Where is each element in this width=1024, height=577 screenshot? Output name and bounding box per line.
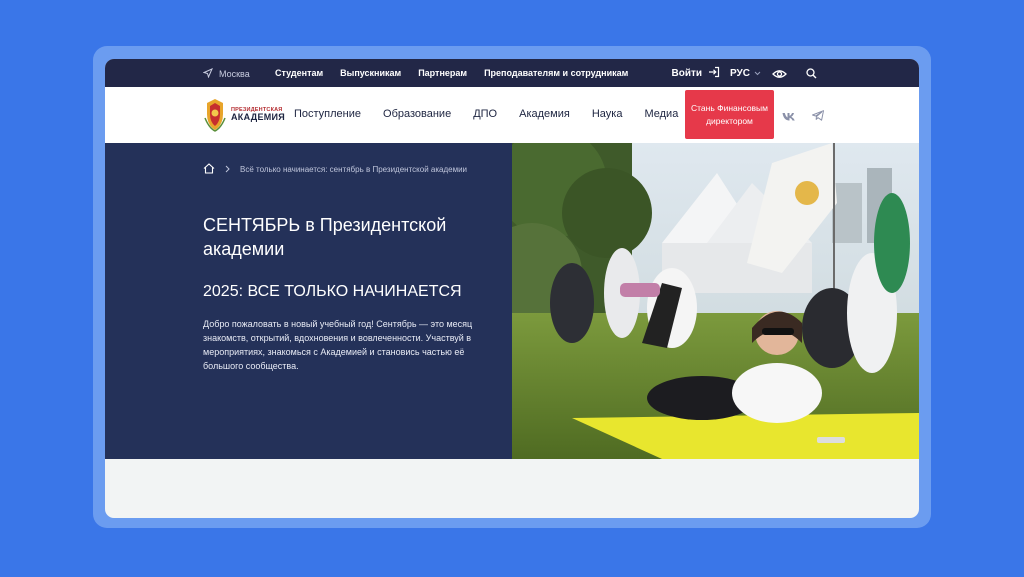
hero-text-panel: Всё только начинается: сентябрь в Презид… (105, 143, 512, 459)
academy-logo[interactable]: ПРЕЗИДЕНТСКАЯ АКАДЕМИЯ (203, 98, 285, 132)
hero-photo (512, 143, 919, 459)
academy-emblem-icon (204, 99, 226, 132)
eye-icon[interactable] (771, 67, 787, 81)
social-links (782, 108, 824, 126)
chevron-down-icon (754, 68, 761, 79)
cfo-cta-button[interactable]: Стань Финансовым директором (685, 90, 774, 139)
website-window: Москва Студентам Выпускникам Партнерам П… (105, 59, 919, 518)
breadcrumb: Всё только начинается: сентябрь в Презид… (203, 163, 467, 176)
topbar-actions: Войти РУС (671, 66, 819, 81)
main-navigation: ПРЕЗИДЕНТСКАЯ АКАДЕМИЯ Поступление Образ… (105, 87, 919, 143)
login-button[interactable]: Войти (671, 66, 720, 81)
search-icon[interactable] (803, 67, 819, 81)
students-on-lawn-photo (512, 143, 919, 459)
login-icon (708, 66, 720, 81)
link-staff[interactable]: Преподавателям и сотрудникам (484, 68, 628, 78)
home-icon[interactable] (203, 163, 215, 176)
login-label: Войти (671, 68, 703, 79)
nav-admission[interactable]: Поступление (294, 108, 361, 120)
logo-line-2: АКАДЕМИЯ (231, 112, 286, 123)
link-partners[interactable]: Партнерам (418, 68, 467, 78)
chevron-right-icon (225, 165, 230, 175)
telegram-icon[interactable] (812, 108, 824, 126)
hero-intro-text: Добро пожаловать в новый учебный год! Се… (203, 319, 473, 371)
location-arrow-icon (202, 68, 213, 80)
audience-links: Студентам Выпускникам Партнерам Преподав… (275, 68, 628, 78)
city-selector[interactable]: Москва (202, 68, 250, 80)
hero-subtitle: 2025: ВСЕ ТОЛЬКО НАЧИНАЕТСЯ (203, 283, 462, 300)
link-graduates[interactable]: Выпускникам (340, 68, 401, 78)
vk-icon[interactable] (782, 108, 796, 126)
nav-academy[interactable]: Академия (519, 108, 570, 120)
top-utility-bar: Москва Студентам Выпускникам Партнерам П… (105, 59, 919, 87)
city-label: Москва (219, 69, 250, 79)
nav-science[interactable]: Наука (592, 108, 623, 120)
nav-education[interactable]: Образование (383, 108, 451, 120)
nav-dpo[interactable]: ДПО (473, 108, 497, 120)
hero-title: СЕНТЯБРЬ в Президентской академии (203, 215, 447, 259)
nav-media[interactable]: Медиа (644, 108, 678, 120)
link-students[interactable]: Студентам (275, 68, 323, 78)
breadcrumb-current: Всё только начинается: сентябрь в Презид… (240, 165, 468, 174)
language-selector[interactable]: РУС (730, 68, 761, 79)
main-menu: Поступление Образование ДПО Академия Нау… (294, 108, 700, 120)
language-label: РУС (730, 68, 750, 79)
